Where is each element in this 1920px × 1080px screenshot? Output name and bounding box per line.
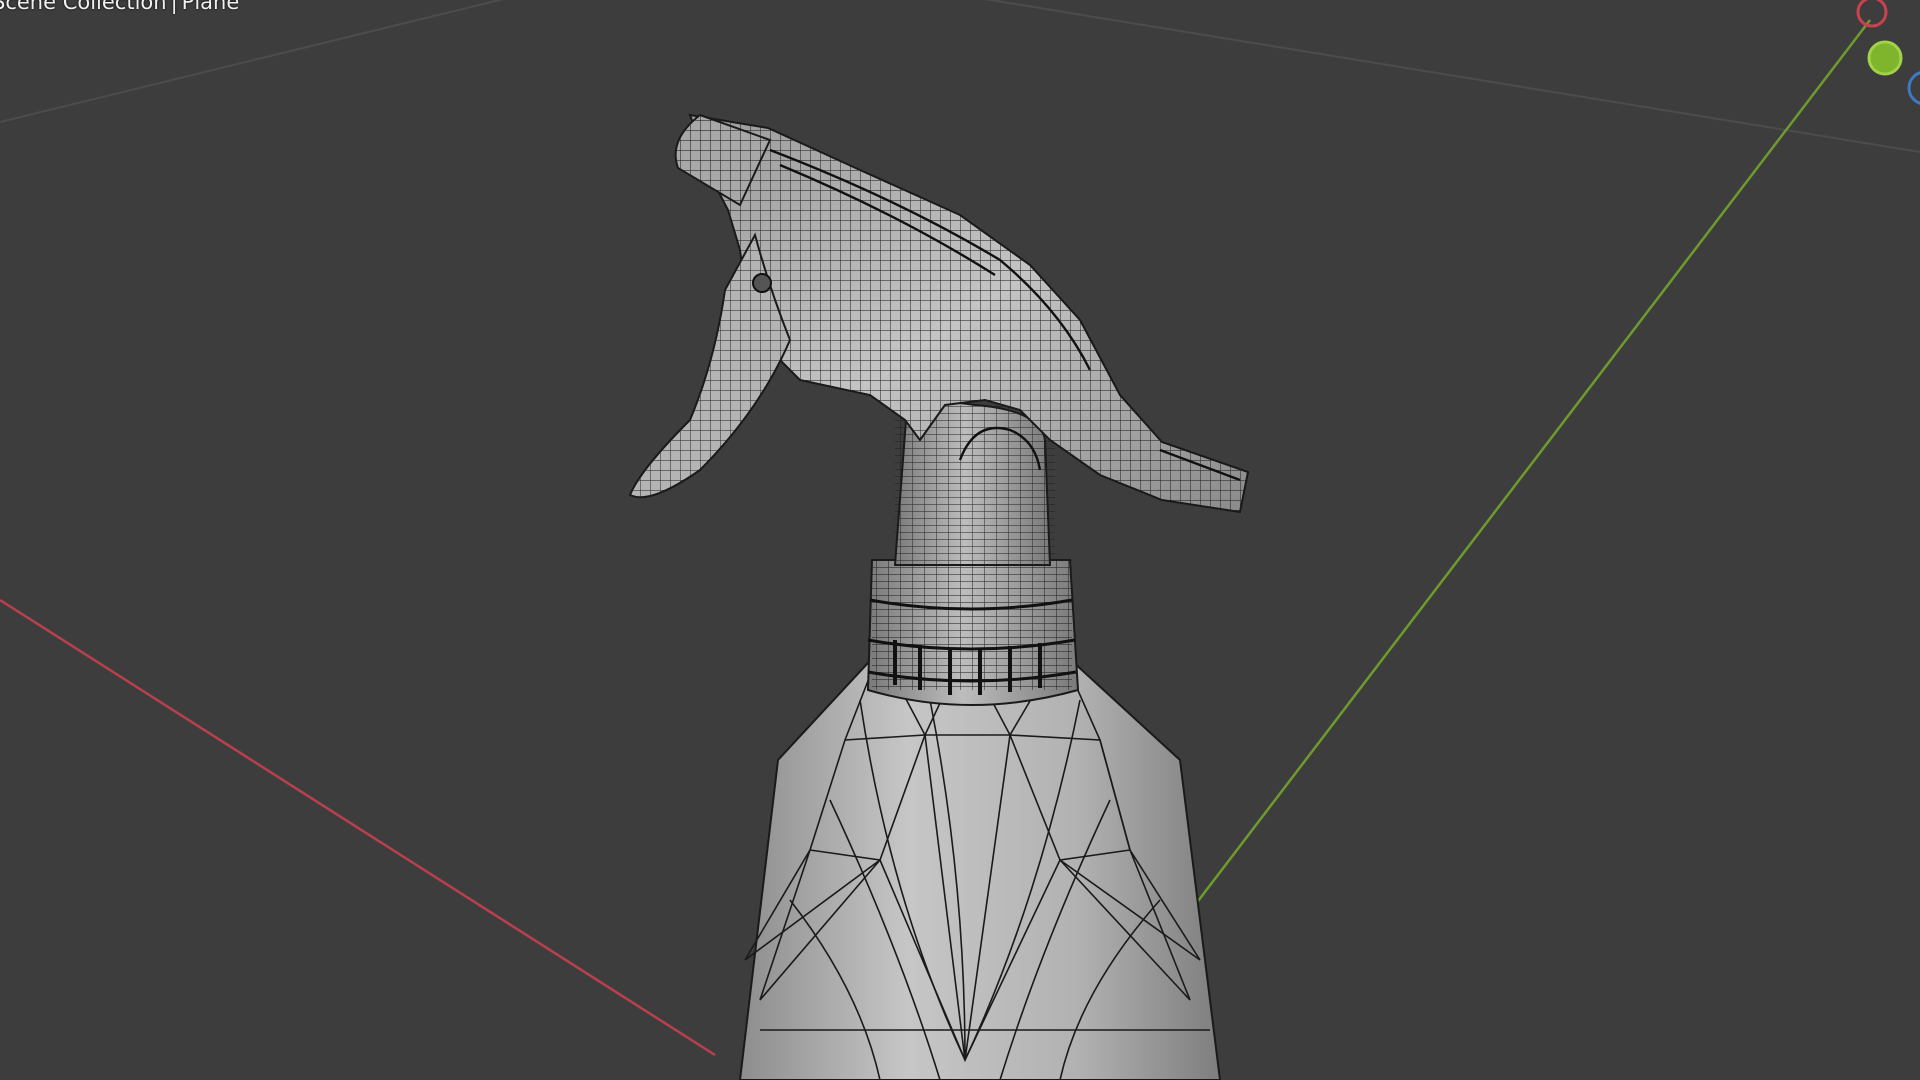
x-axis-line	[0, 598, 716, 1057]
spray-bottle-mesh[interactable]	[628, 113, 1250, 1080]
viewport-canvas[interactable]	[0, 0, 1920, 1080]
grid-floor	[0, 0, 1920, 153]
header-separator: |	[170, 0, 178, 14]
bottle-body	[738, 649, 1222, 1080]
y-axis-line	[1194, 19, 1871, 906]
navigation-gizmo[interactable]	[1856, 0, 1920, 105]
bottle-cap	[866, 559, 1080, 706]
gizmo-x-icon[interactable]	[1856, 0, 1888, 28]
gizmo-z-icon[interactable]	[1907, 71, 1920, 105]
gizmo-y-icon[interactable]	[1867, 40, 1903, 76]
collection-label: Scene Collection	[0, 0, 167, 14]
active-object-label: Plane	[181, 0, 240, 14]
viewport-header-text: Scene Collection | Plane	[0, 0, 239, 14]
3d-viewport[interactable]: Scene Collection | Plane	[0, 0, 1920, 1080]
